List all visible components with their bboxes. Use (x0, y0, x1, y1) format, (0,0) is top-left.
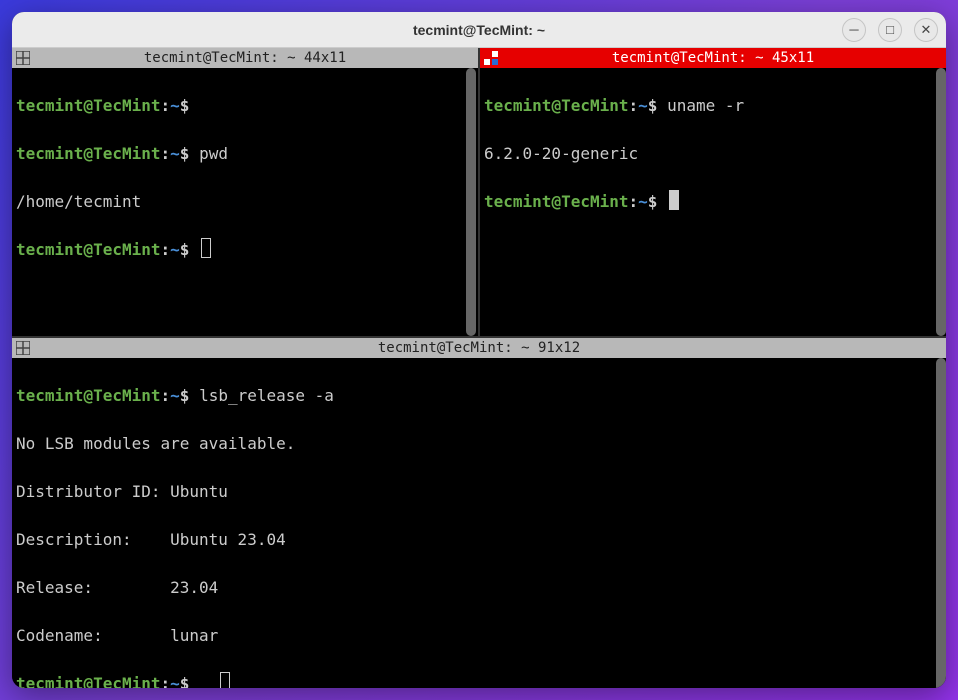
cmd-uname: uname -r (657, 96, 744, 115)
output-line: Release: 23.04 (16, 578, 218, 597)
pane-bottom[interactable]: tecmint@TecMint: ~ 91x12 tecmint@TecMint… (12, 336, 946, 688)
split-icon (16, 341, 30, 355)
window-title: tecmint@TecMint: ~ (12, 22, 946, 38)
pane-title-label: tecmint@TecMint: ~ 44x11 (144, 50, 346, 66)
maximize-icon: □ (886, 22, 894, 37)
terminator-panes: tecmint@TecMint: ~ 44x11 tecmint@TecMint… (12, 48, 946, 688)
split-icon (16, 51, 30, 65)
scrollbar[interactable] (936, 68, 946, 336)
pane-title-label: tecmint@TecMint: ~ 45x11 (612, 50, 814, 66)
pane-title-label: tecmint@TecMint: ~ 91x12 (378, 340, 580, 356)
split-icon (484, 51, 498, 65)
cursor-icon (669, 190, 679, 210)
pane-title-top-right[interactable]: tecmint@TecMint: ~ 45x11 (480, 48, 946, 68)
prompt-host: TecMint (93, 96, 160, 115)
maximize-button[interactable]: □ (878, 18, 902, 42)
cmd-pwd: pwd (189, 144, 228, 163)
cmd-lsb-release: lsb_release -a (189, 386, 334, 405)
bottom-row: tecmint@TecMint: ~ 91x12 tecmint@TecMint… (12, 336, 946, 688)
terminal-bottom[interactable]: tecmint@TecMint:~$ lsb_release -a No LSB… (12, 358, 946, 688)
scrollbar[interactable] (936, 358, 946, 688)
terminal-window: tecmint@TecMint: ~ ─ □ ✕ tecmint@TecMint… (12, 12, 946, 688)
titlebar[interactable]: tecmint@TecMint: ~ ─ □ ✕ (12, 12, 946, 48)
close-icon: ✕ (921, 22, 932, 38)
prompt-user: tecmint (16, 96, 83, 115)
output-line: 6.2.0-20-generic (484, 144, 638, 163)
pane-top-right[interactable]: tecmint@TecMint: ~ 45x11 tecmint@TecMint… (480, 48, 946, 336)
output-line: No LSB modules are available. (16, 434, 295, 453)
scrollbar[interactable] (466, 68, 476, 336)
pane-title-bottom[interactable]: tecmint@TecMint: ~ 91x12 (12, 338, 946, 358)
minimize-button[interactable]: ─ (842, 18, 866, 42)
close-button[interactable]: ✕ (914, 18, 938, 42)
output-line: Codename: lunar (16, 626, 218, 645)
window-controls: ─ □ ✕ (842, 18, 938, 42)
top-row: tecmint@TecMint: ~ 44x11 tecmint@TecMint… (12, 48, 946, 336)
cursor-icon (201, 238, 211, 258)
pane-top-left[interactable]: tecmint@TecMint: ~ 44x11 tecmint@TecMint… (12, 48, 480, 336)
pane-title-top-left[interactable]: tecmint@TecMint: ~ 44x11 (12, 48, 478, 68)
cursor-icon (220, 672, 230, 688)
output-line: /home/tecmint (16, 192, 141, 211)
prompt-path: ~ (170, 96, 180, 115)
terminal-top-right[interactable]: tecmint@TecMint:~$ uname -r 6.2.0-20-gen… (480, 68, 946, 336)
terminal-top-left[interactable]: tecmint@TecMint:~$ tecmint@TecMint:~$ pw… (12, 68, 478, 336)
output-line: Distributor ID: Ubuntu (16, 482, 228, 501)
output-line: Description: Ubuntu 23.04 (16, 530, 286, 549)
minimize-icon: ─ (849, 22, 858, 37)
